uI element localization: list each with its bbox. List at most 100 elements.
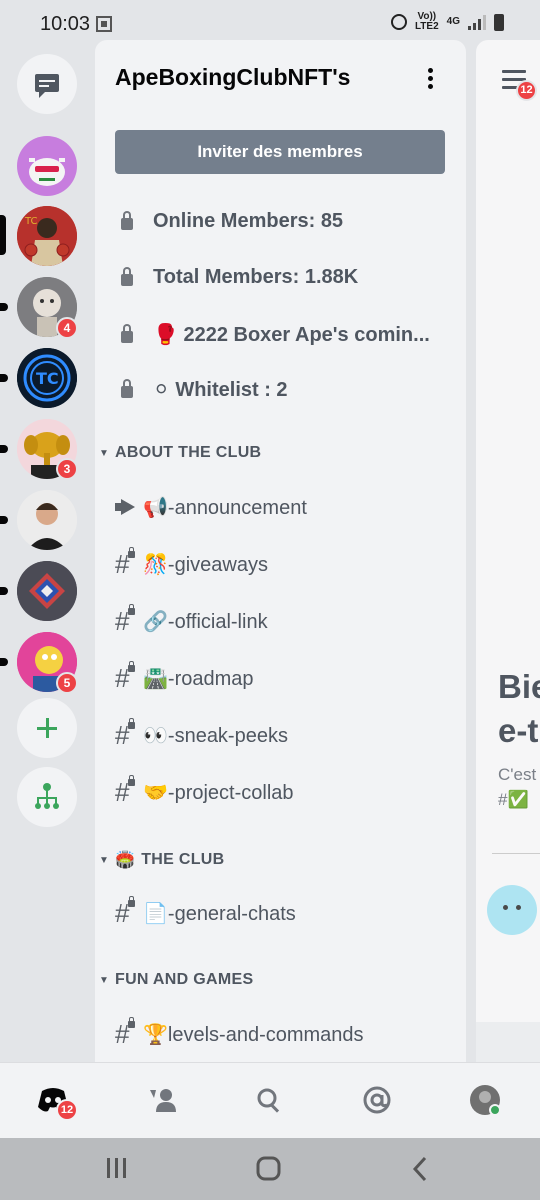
locked-text-channel-icon: # — [115, 895, 136, 929]
channel-label: 🤝-project-collab — [143, 780, 294, 805]
welcome-subtitle: C'est #✅ — [498, 762, 536, 812]
locked-text-channel-icon: # — [115, 660, 136, 694]
lock-icon — [121, 379, 133, 398]
channel-text: -giveaways — [167, 553, 268, 576]
unread-indicator — [0, 658, 8, 666]
server-axolotl[interactable] — [17, 136, 77, 196]
server-person[interactable] — [17, 490, 77, 550]
server-badge: 4 — [56, 317, 78, 339]
stat-total-members[interactable]: Total Members: 1.88K — [115, 257, 455, 297]
channel-panel: ApeBoxingClubNFT's Inviter des membres O… — [95, 40, 466, 1062]
channel-text: -sneak-peeks — [167, 724, 288, 747]
locked-text-channel-icon: # — [115, 546, 136, 580]
person-avatar-icon — [17, 490, 77, 550]
battery-icon — [494, 13, 504, 31]
friends-tab[interactable] — [146, 1083, 180, 1117]
qr-icon — [96, 16, 112, 32]
tc-logo-icon: TC — [17, 348, 77, 408]
channel-text: levels-and-commands — [167, 1023, 364, 1046]
stat-label: Online Members: 85 — [153, 209, 344, 232]
recent-apps-icon[interactable] — [104, 1156, 130, 1180]
channel-emoji: 👀 — [143, 724, 168, 747]
stat-boxer-apes[interactable]: 🥊 2222 Boxer Ape's comin... — [115, 314, 455, 354]
channel-label: 📄-general-chats — [143, 901, 296, 926]
category-fun-and-games[interactable]: ▼ FUN AND GAMES — [99, 965, 253, 995]
server-apeboxingclub[interactable]: TC — [17, 206, 77, 266]
svg-text:TC: TC — [24, 216, 38, 227]
unread-indicator — [0, 445, 8, 453]
back-icon[interactable] — [410, 1156, 430, 1182]
stat-label: ⚪ Whitelist : 2 — [153, 377, 288, 402]
channel-project-collab[interactable]: # 🤝-project-collab — [115, 772, 455, 812]
channel-emoji: 📢 — [143, 496, 168, 519]
server-badge: 5 — [56, 672, 78, 694]
locked-text-channel-icon: # — [115, 603, 136, 637]
channel-label: 🎊-giveaways — [143, 552, 268, 577]
chevron-down-icon: ▼ — [99, 447, 110, 459]
subtitle-line-1: C'est — [498, 765, 537, 784]
channel-label: 📢-announcement — [143, 495, 307, 520]
locked-text-channel-icon: # — [115, 774, 136, 808]
chevron-down-icon: ▼ — [99, 854, 110, 866]
chat-panel-peek[interactable]: 12 Bie e-t C'est #✅ — [476, 40, 540, 1022]
alarm-icon — [390, 14, 407, 30]
channel-roadmap[interactable]: # 🛣️-roadmap — [115, 658, 455, 698]
category-label: FUN AND GAMES — [115, 971, 254, 988]
channel-levels-and-commands[interactable]: # 🏆levels-and-commands — [115, 1014, 455, 1054]
search-tab[interactable] — [252, 1083, 286, 1117]
network-indicator: Vo)) LTE2 — [415, 12, 439, 32]
mentions-tab[interactable] — [360, 1083, 394, 1117]
stat-label: Total Members: 1.88K — [153, 265, 359, 288]
home-tab[interactable]: 12 — [36, 1083, 78, 1121]
category-label: ABOUT THE CLUB — [115, 444, 262, 461]
channel-emoji: 📄 — [143, 902, 168, 925]
server-diamond[interactable] — [17, 561, 77, 621]
chat-input-peek[interactable] — [476, 1022, 540, 1062]
channel-label: 🛣️-roadmap — [143, 666, 254, 691]
boxing-glove-emoji: 🥊 — [153, 323, 178, 346]
channel-text: -announcement — [167, 496, 307, 519]
bot-avatar[interactable] — [487, 885, 537, 935]
stat-text: Whitelist : 2 — [175, 378, 288, 401]
stadium-emoji: 🏟️ — [115, 852, 136, 869]
channel-giveaways[interactable]: # 🎊-giveaways — [115, 544, 455, 584]
channel-text: -general-chats — [167, 902, 296, 925]
channel-label: 👀-sneak-peeks — [143, 723, 288, 748]
welcome-line-2: e-t — [498, 712, 539, 749]
category-about-the-club[interactable]: ▼ ABOUT THE CLUB — [99, 438, 261, 468]
channel-official-link[interactable]: # 🔗-official-link — [115, 601, 455, 641]
stat-online-members[interactable]: Online Members: 85 — [115, 201, 455, 241]
server-name[interactable]: ApeBoxingClubNFT's — [115, 64, 350, 91]
channel-sneak-peeks[interactable]: # 👀-sneak-peeks — [115, 715, 455, 755]
stat-text: 2222 Boxer Ape's comin... — [183, 323, 430, 346]
welcome-heading: Bie e-t — [498, 665, 540, 753]
home-button-icon[interactable] — [256, 1156, 282, 1182]
more-options-icon[interactable] — [421, 66, 439, 92]
lte-label: LTE2 — [414, 21, 439, 32]
divider — [492, 853, 540, 854]
bottom-nav: 12 — [0, 1062, 540, 1138]
server-badge: 3 — [56, 458, 78, 480]
unread-indicator — [0, 516, 8, 524]
server-rail: TC 4 TC 3 5 — [0, 40, 95, 1062]
menu-badge: 12 — [516, 80, 537, 101]
channel-emoji: 🏆 — [143, 1023, 168, 1046]
invite-members-button[interactable]: Inviter des membres — [115, 130, 445, 174]
white-circle-emoji: ⚪ — [153, 378, 170, 401]
direct-messages-button[interactable] — [17, 54, 77, 114]
server-tc[interactable]: TC — [17, 348, 77, 408]
channel-announcement[interactable]: 📢-announcement — [115, 487, 455, 527]
category-label: THE CLUB — [141, 851, 225, 868]
system-nav-bar — [0, 1138, 540, 1200]
category-the-club[interactable]: ▼ 🏟️ THE CLUB — [99, 845, 225, 875]
add-server-button[interactable] — [17, 698, 77, 758]
welcome-line-1: Bie — [498, 668, 540, 705]
mentions-icon — [363, 1086, 391, 1114]
stat-whitelist[interactable]: ⚪ Whitelist : 2 — [115, 369, 455, 409]
chat-bubble-icon — [35, 74, 59, 98]
explore-servers-button[interactable] — [17, 767, 77, 827]
channel-emoji: 🛣️ — [143, 667, 168, 690]
channel-emoji: 🔗 — [143, 610, 168, 633]
profile-tab[interactable] — [468, 1083, 502, 1117]
channel-general-chats[interactable]: # 📄-general-chats — [115, 893, 455, 933]
